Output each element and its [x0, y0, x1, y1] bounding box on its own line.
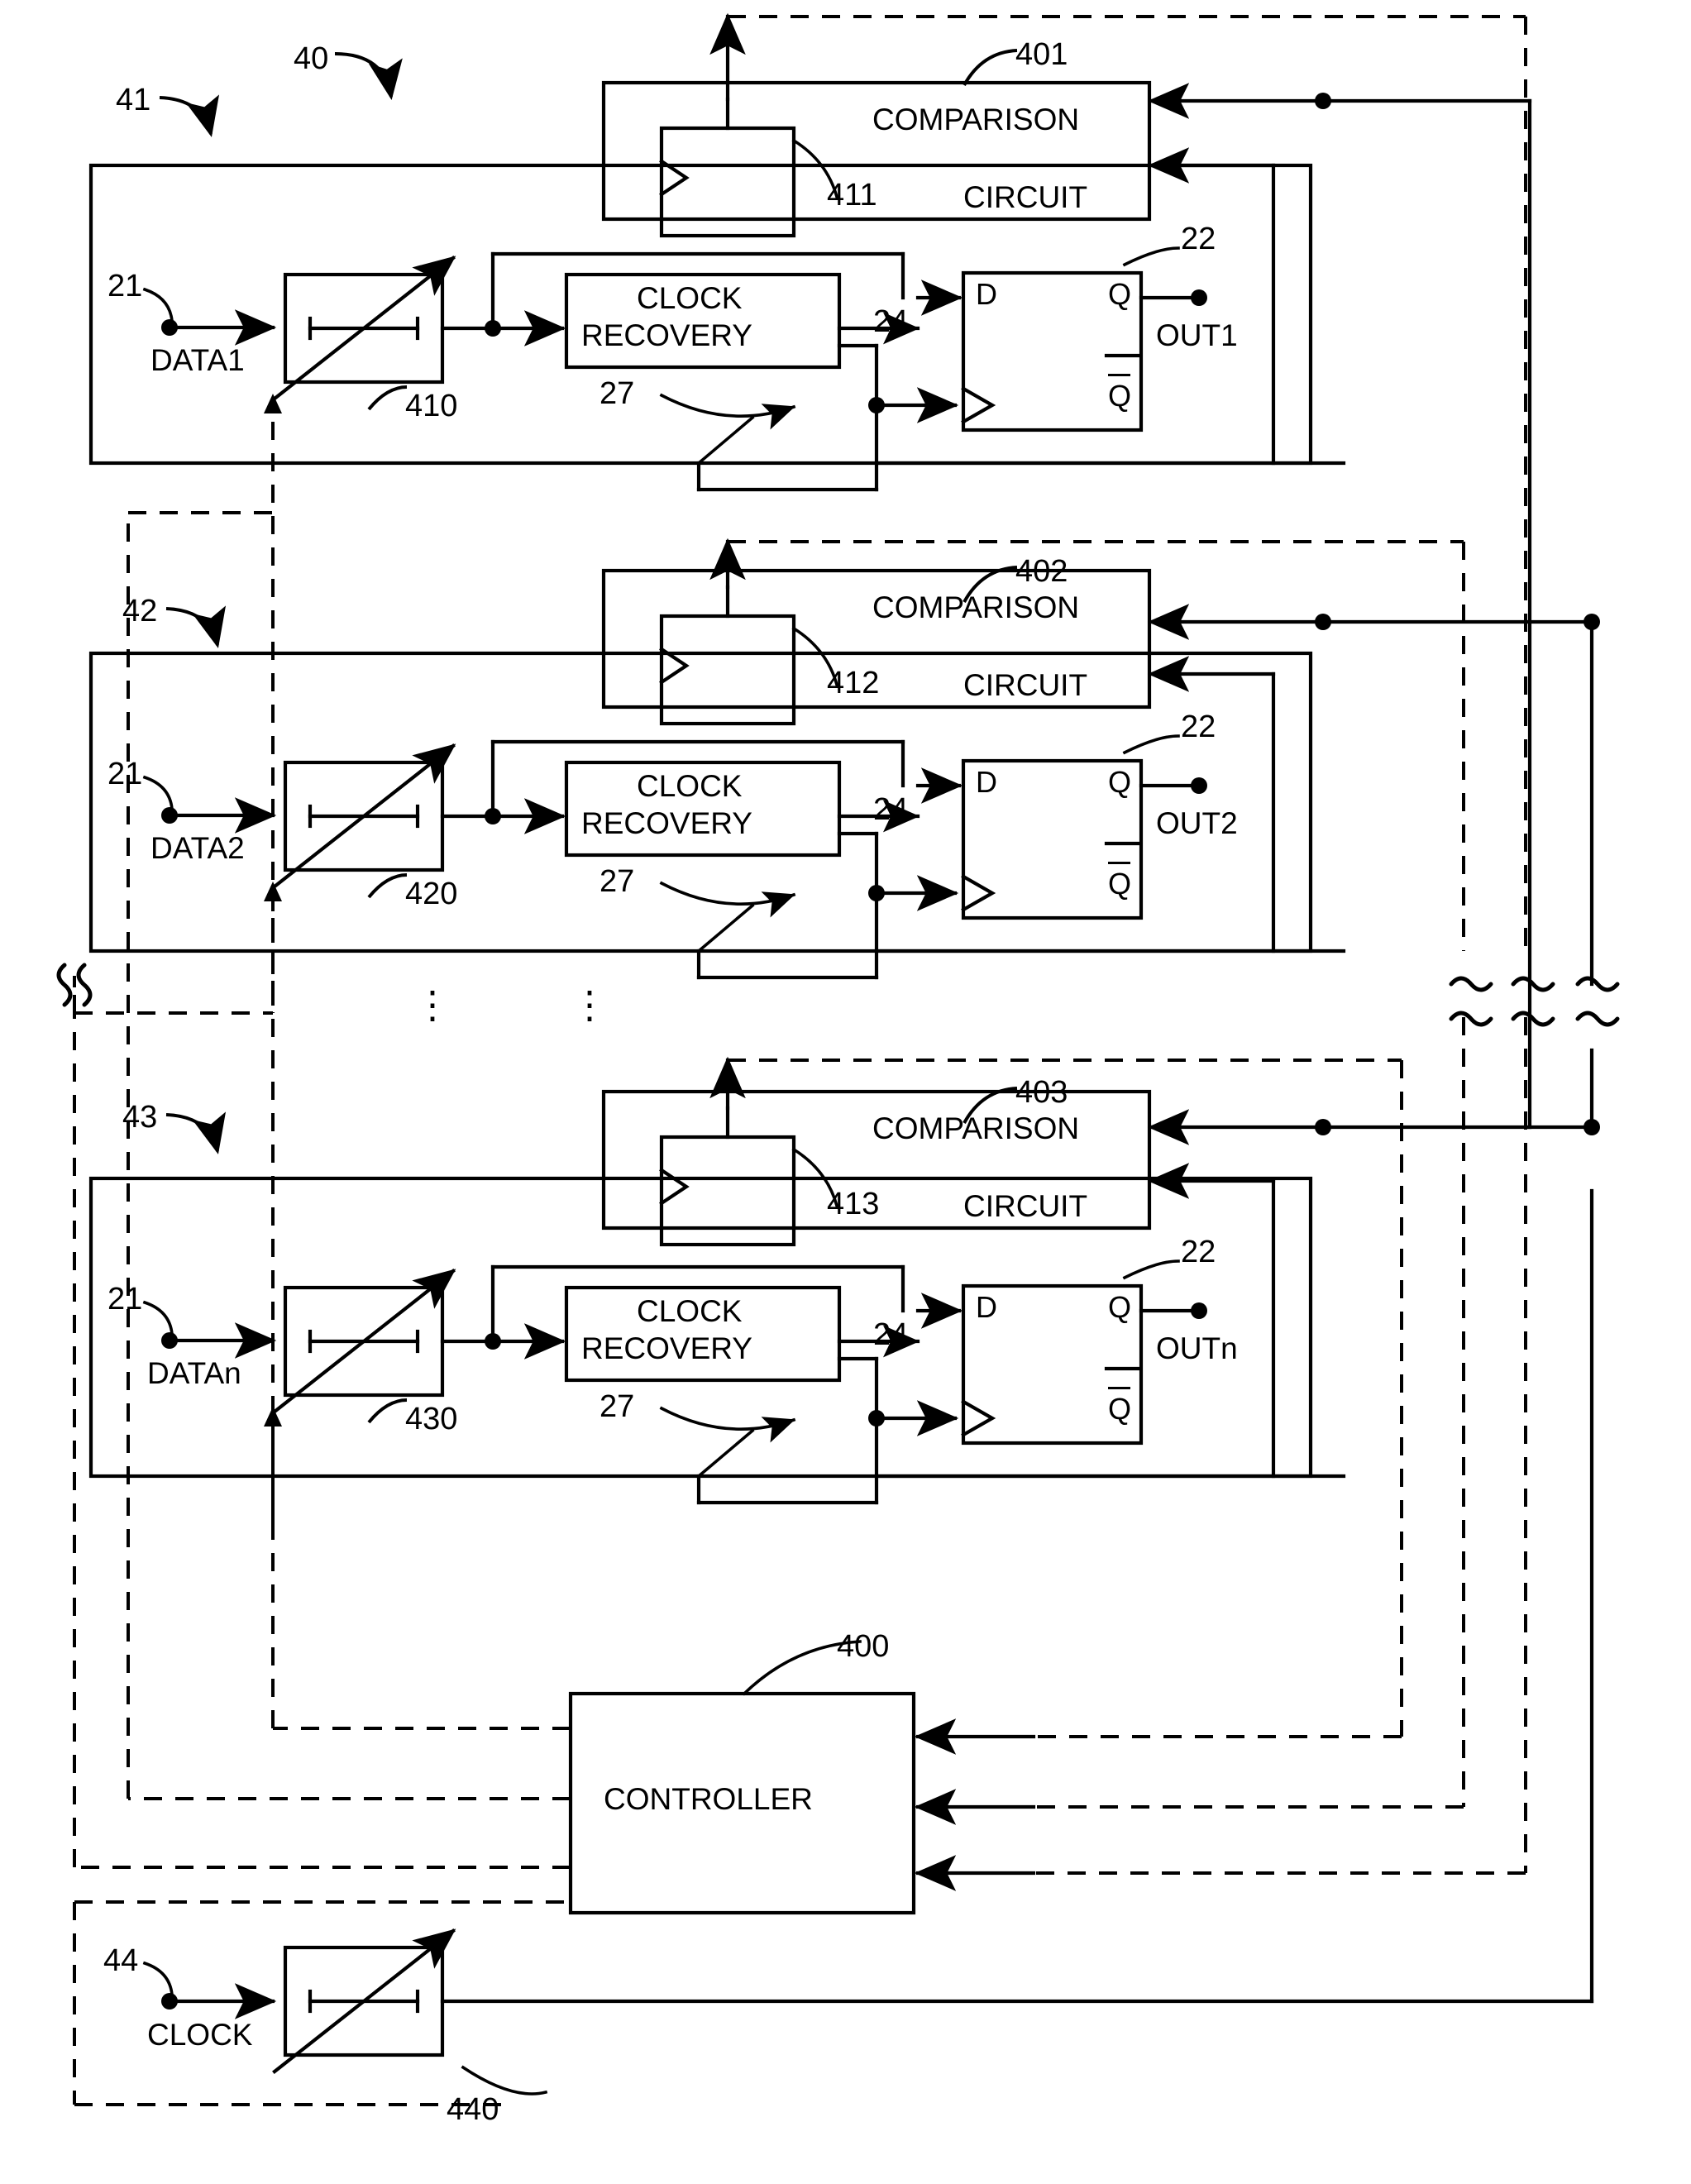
ref-410-leader	[367, 385, 408, 411]
ref-413: 413	[827, 1187, 880, 1221]
dff-2-qbar-overline	[1108, 862, 1130, 864]
ref-44: 44	[103, 1943, 139, 1978]
dff-3-qbar-overline	[1108, 1387, 1130, 1389]
input-label-datan: DATAn	[147, 1356, 241, 1390]
input-label-data1: DATA1	[150, 343, 245, 377]
dff-2-qbar: Q	[1108, 867, 1132, 901]
input-label-data2: DATA2	[150, 831, 245, 865]
comparison-title-2-line2: CIRCUIT	[963, 668, 1088, 702]
ref-430-leader	[367, 1398, 408, 1424]
ref-24-ch3: 24	[873, 1317, 909, 1352]
dff-3-qbar: Q	[1108, 1392, 1132, 1426]
output-label-out1: OUT1	[1156, 318, 1238, 352]
ref-24-ch1: 24	[873, 304, 909, 339]
ref-21-ch1: 21	[107, 269, 143, 303]
dff-1-qbar: Q	[1108, 379, 1132, 413]
ellipsis-left: ⋮	[413, 983, 451, 1026]
controller-label: CONTROLLER	[604, 1782, 813, 1816]
dff-2-d: D	[976, 765, 997, 799]
dff-1-qbar-overline	[1108, 374, 1130, 376]
ref-22-ch3: 22	[1181, 1235, 1216, 1269]
ref-41: 41	[116, 83, 151, 117]
dff-1-d: D	[976, 277, 997, 311]
clock-recovery-3-line2: RECOVERY	[581, 1331, 752, 1365]
patent-figure-canvas: 40 41 21 DATA1 410 COMPARISON CIRCUIT 41…	[0, 0, 1691, 2184]
ref-43: 43	[122, 1100, 158, 1135]
ref-22-ch1: 22	[1181, 222, 1216, 256]
ref-21-ch2: 21	[107, 757, 143, 791]
ref-21-ch3: 21	[107, 1282, 143, 1317]
output-label-outn: OUTn	[1156, 1331, 1238, 1365]
dff-1-q: Q	[1108, 277, 1132, 311]
ref-40-leader	[334, 52, 403, 100]
ref-40: 40	[294, 41, 329, 76]
output-label-out2: OUT2	[1156, 806, 1238, 840]
ref-27-ch3: 27	[599, 1389, 635, 1424]
ref-27-ch1: 27	[599, 376, 635, 411]
ref-42-leader	[165, 605, 227, 648]
ref-43-leader	[165, 1111, 227, 1154]
ref-403-leader	[963, 1087, 1018, 1124]
comparison-title-3-line2: CIRCUIT	[963, 1189, 1088, 1223]
ref-41-leader	[159, 94, 220, 137]
ellipsis-right: ⋮	[571, 983, 609, 1026]
ref-401-leader	[963, 49, 1018, 86]
clock-recovery-2-line1: CLOCK	[637, 769, 743, 803]
comparison-title-1-line2: CIRCUIT	[963, 180, 1088, 214]
ref-22-ch2: 22	[1181, 710, 1216, 744]
ref-412: 412	[827, 666, 880, 700]
clock-recovery-1-line2: RECOVERY	[581, 318, 752, 352]
ref-411: 411	[827, 178, 877, 213]
dff-3-d: D	[976, 1290, 997, 1324]
ref-24-ch2: 24	[873, 792, 909, 827]
ref-420-leader	[367, 873, 408, 899]
input-label-clock: CLOCK	[147, 2018, 253, 2052]
clock-recovery-2-line2: RECOVERY	[581, 806, 752, 840]
clock-recovery-1-line1: CLOCK	[637, 281, 743, 315]
ref-42: 42	[122, 594, 158, 628]
comparison-title-1-line1: COMPARISON	[872, 103, 1080, 136]
dff-3-q: Q	[1108, 1290, 1132, 1324]
clock-recovery-3-line1: CLOCK	[637, 1294, 743, 1328]
dff-2-q: Q	[1108, 765, 1132, 799]
ref-440: 440	[447, 2092, 499, 2127]
figure-vector-layer	[56, 12, 1620, 2106]
ref-402-leader	[963, 566, 1018, 603]
ref-27-ch2: 27	[599, 864, 635, 899]
ref-400: 400	[837, 1629, 890, 1664]
